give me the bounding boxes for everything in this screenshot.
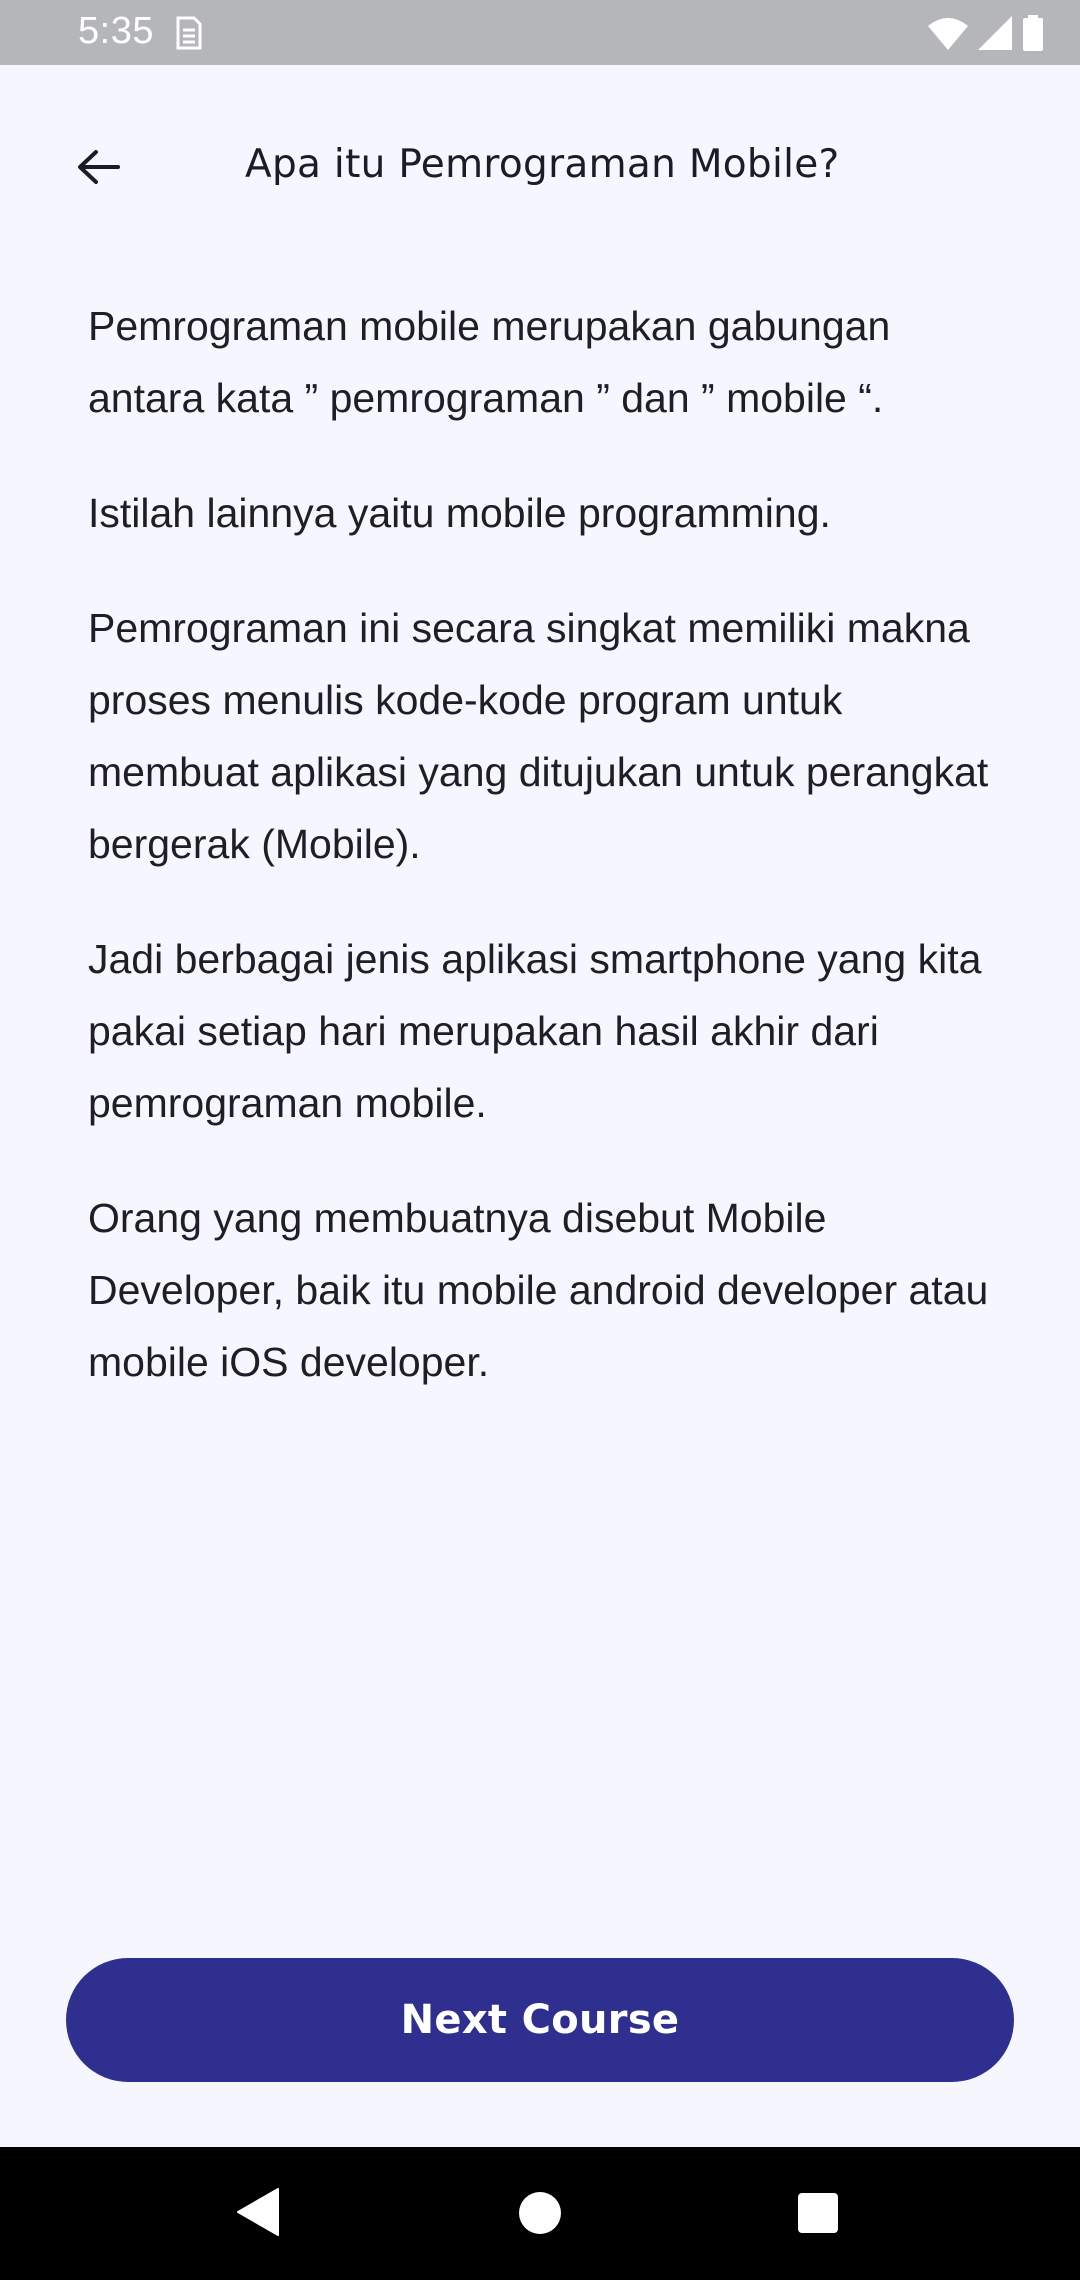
nav-home-icon[interactable] [519,2192,561,2234]
sim-card-icon [176,16,202,50]
page-title: Apa itu Pemrograman Mobile? [245,142,840,187]
course-content: Pemrograman mobile merupakan gabungan an… [88,290,1008,1441]
content-paragraph: Orang yang membuatnya disebut Mobile Dev… [88,1195,989,1385]
battery-icon [1023,15,1043,51]
screen: 5:35 Apa itu Pemrograman Mobile? Pemrogr… [0,0,1080,2280]
cell-signal-icon [978,16,1012,50]
content-paragraph: Jadi berbagai jenis aplikasi smartphone … [88,936,982,1126]
navigation-bar [0,2147,1080,2280]
nav-back-icon[interactable] [236,2187,280,2237]
wifi-icon [928,18,968,50]
content-paragraph: Pemrograman ini secara singkat memiliki … [88,605,989,867]
status-icons [928,14,1044,52]
status-time: 5:35 [78,10,154,52]
next-course-button[interactable]: Next Course [66,1958,1014,2082]
arrow-left-icon [78,150,120,184]
back-button[interactable] [60,129,136,205]
content-paragraph: Pemrograman mobile merupakan gabungan an… [88,303,891,421]
app-bar: Apa itu Pemrograman Mobile? [0,65,1080,265]
nav-recents-icon[interactable] [798,2193,838,2233]
content-paragraph: Istilah lainnya yaitu mobile programming… [88,490,831,536]
status-bar: 5:35 [0,0,1080,65]
